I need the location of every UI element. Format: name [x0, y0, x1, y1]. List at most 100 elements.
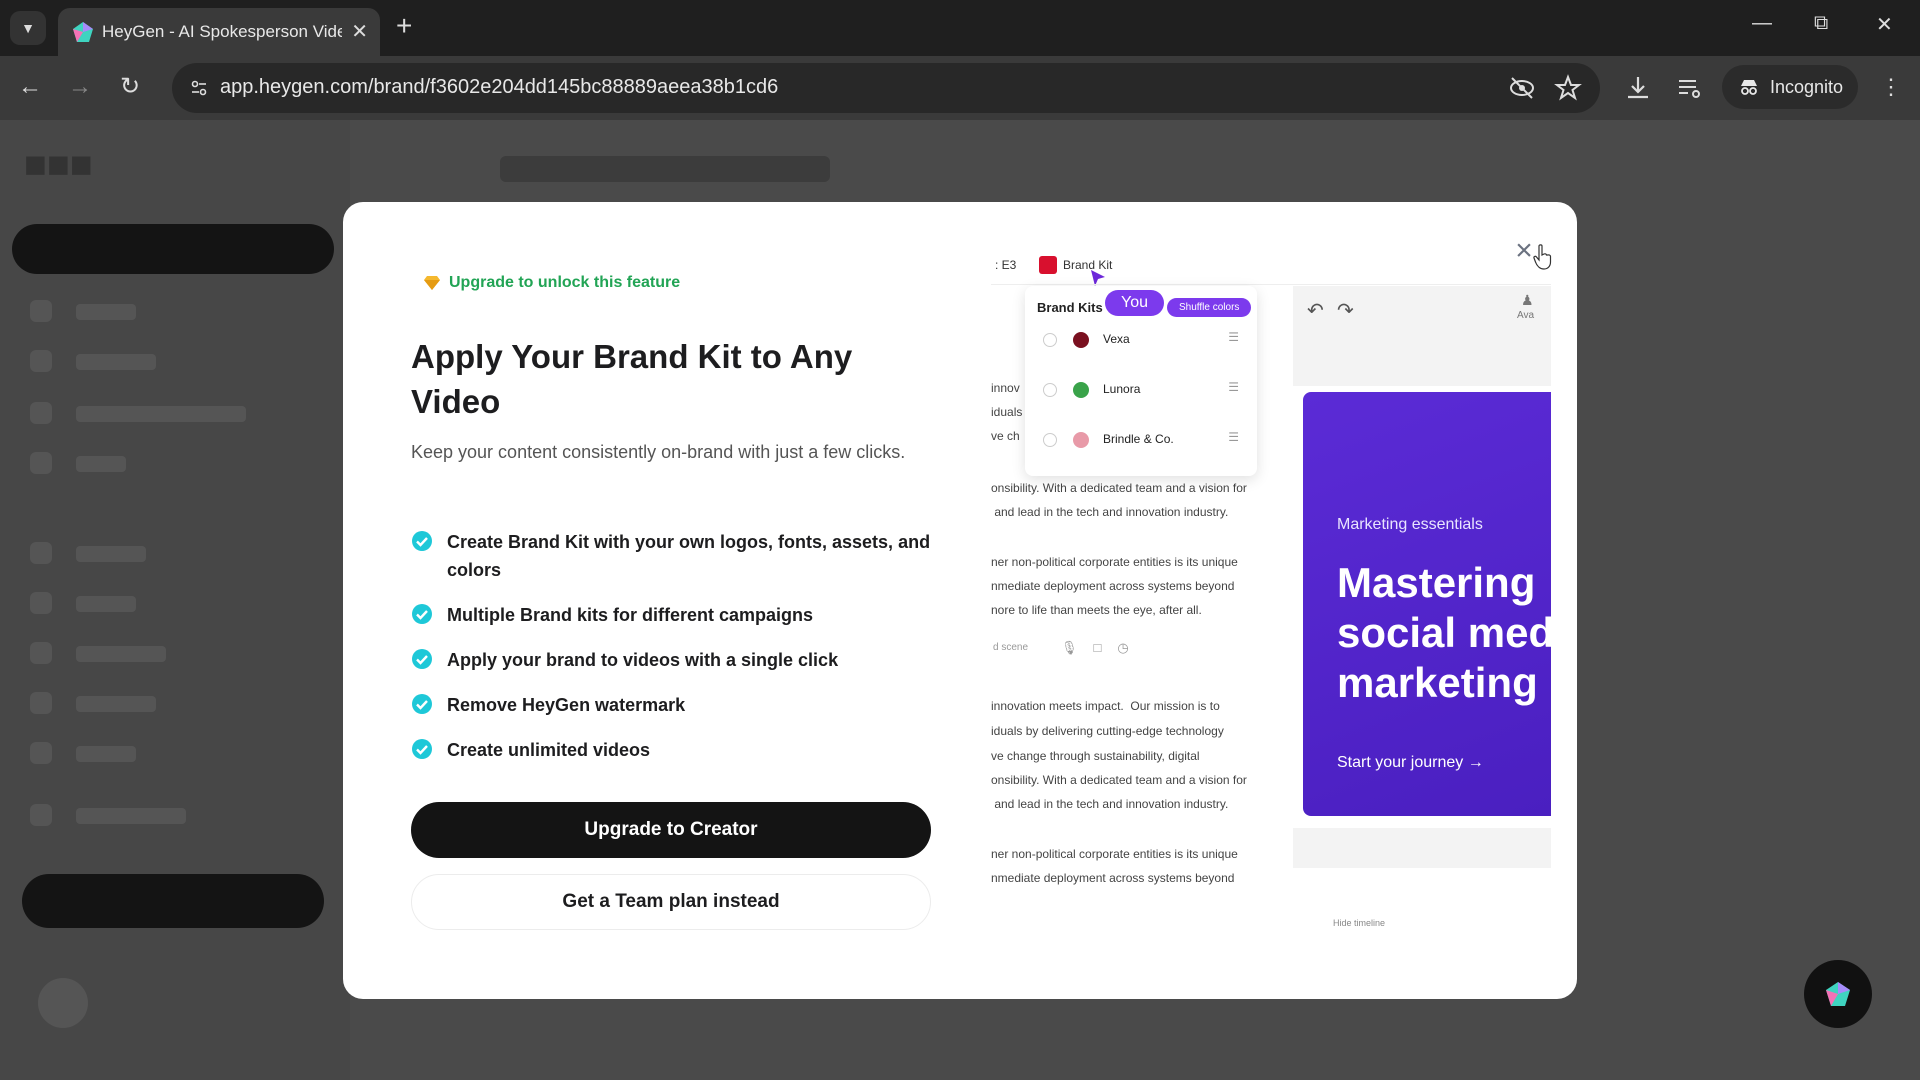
sidebar-item-brand[interactable]: [76, 696, 156, 712]
pointer-icon: [1091, 270, 1105, 286]
script-line: and lead in the tech and innovation indu…: [991, 797, 1229, 811]
radio-icon: [1043, 433, 1057, 447]
feature-text: Apply your brand to videos with a single…: [447, 650, 839, 670]
browser-tabstrip: ▼ HeyGen - AI Spokesperson Vide ✕ + — ⧉ …: [0, 0, 1920, 56]
add-scene-label: d scene: [993, 642, 1029, 653]
hide-timeline-label: Hide timeline: [1333, 918, 1386, 928]
list-item: Apply your brand to videos with a single…: [411, 646, 931, 674]
radio-icon: [1043, 333, 1057, 347]
home-icon: [30, 300, 52, 322]
clock-icon: ◷: [1117, 640, 1129, 655]
sidebar-upgrade-button[interactable]: [22, 874, 324, 928]
restore-icon[interactable]: ⧉: [1814, 12, 1828, 35]
forward-icon[interactable]: →: [68, 72, 92, 102]
integrations-icon: [30, 804, 52, 826]
page-title: [500, 156, 830, 182]
check-circle-icon: [412, 694, 432, 714]
sidebar-item-avatars[interactable]: [76, 546, 146, 562]
eye-off-icon[interactable]: [1508, 74, 1536, 102]
url-text: app.heygen.com/brand/f3602e204dd145bc888…: [220, 76, 779, 98]
feature-text: Remove HeyGen watermark: [447, 695, 686, 715]
create-video-button[interactable]: [12, 224, 334, 274]
redo-icon: ↷: [1337, 300, 1354, 322]
list-item: Create Brand Kit with your own logos, fo…: [411, 528, 931, 584]
brand-kits-title: Brand Kits: [1037, 300, 1103, 315]
person-icon: ♟: [1521, 292, 1534, 308]
brand-kit-item: Brindle & Co. ☰: [1037, 426, 1247, 454]
sidebar-item-voices[interactable]: [76, 596, 136, 612]
scene-tools: 🎙 □ ◷: [1061, 640, 1129, 656]
close-tab-icon[interactable]: ✕: [351, 19, 368, 44]
download-icon[interactable]: [1624, 74, 1652, 102]
heygen-logo-icon: [1826, 982, 1850, 1006]
new-tab-button[interactable]: +: [396, 12, 412, 40]
diamond-icon: [424, 276, 440, 290]
upgrade-to-creator-button[interactable]: Upgrade to Creator: [411, 802, 931, 858]
brand-kit-name: Vexa: [1103, 332, 1130, 346]
templates-icon: [30, 642, 52, 664]
sidebar: ■■■: [0, 120, 350, 1080]
ai-studio-icon: [30, 402, 52, 424]
settings-icon: ☰: [1228, 330, 1239, 344]
brand-kits-panel: Brand Kits You Shuffle colors Vexa ☰ Lun…: [1025, 286, 1257, 476]
team-plan-button[interactable]: Get a Team plan instead: [411, 874, 931, 930]
check-circle-icon: [412, 649, 432, 669]
editor-divider: [991, 284, 1551, 285]
modal-subtitle: Keep your content consistently on-brand …: [411, 442, 906, 462]
media-control-icon[interactable]: [1676, 74, 1704, 102]
window-close-icon[interactable]: ✕: [1876, 12, 1893, 37]
video-icon: □: [1093, 640, 1102, 655]
sidebar-item-studio[interactable]: [76, 406, 246, 422]
feature-text: Create Brand Kit with your own logos, fo…: [447, 532, 931, 580]
assets-icon: [30, 742, 52, 764]
sidebar-item-templates[interactable]: [76, 646, 166, 662]
sidebar-item-apps[interactable]: [76, 456, 126, 472]
projects-icon: [30, 350, 52, 372]
avatar-label: Ava: [1517, 310, 1535, 321]
chevron-down-icon: ▼: [21, 20, 35, 36]
card-cta: Start your journey →: [1337, 754, 1484, 771]
reload-icon[interactable]: ↻: [120, 72, 140, 102]
upgrade-unlock-label: Upgrade to unlock this feature: [423, 274, 680, 292]
feature-text: Create unlimited videos: [447, 740, 651, 760]
script-line: nore to life than meets the eye, after a…: [991, 603, 1202, 617]
upgrade-modal: Upgrade to unlock this feature Apply You…: [343, 202, 1577, 999]
sidebar-item-home[interactable]: [76, 304, 136, 320]
incognito-indicator[interactable]: Incognito: [1722, 65, 1858, 109]
minimize-icon[interactable]: —: [1752, 12, 1772, 35]
script-line: ner non-political corporate entities is …: [991, 555, 1238, 569]
browser-menu-icon[interactable]: ⋮: [1880, 74, 1902, 100]
radio-icon: [1043, 383, 1057, 397]
browser-tab[interactable]: HeyGen - AI Spokesperson Vide ✕: [58, 8, 380, 56]
tab-search-button[interactable]: ▼: [10, 11, 46, 45]
sidebar-item-projects[interactable]: [76, 354, 156, 370]
list-item: Create unlimited videos: [411, 736, 931, 764]
brand-kit-preview-image: : E3 Brand Kit ↶ ↷ ♟ Ava innov iduals ve…: [991, 238, 1551, 968]
site-info-icon[interactable]: [184, 73, 214, 103]
avatar[interactable]: [38, 978, 88, 1028]
card-title: Mastering social media marketing: [1337, 559, 1551, 706]
back-icon[interactable]: ←: [18, 72, 42, 102]
brand-kit-item: Lunora ☰: [1037, 376, 1247, 404]
script-line: onsibility. With a dedicated team and a …: [991, 481, 1247, 495]
sidebar-item-assets[interactable]: [76, 746, 136, 762]
list-item: Remove HeyGen watermark: [411, 691, 931, 719]
list-item: Multiple Brand kits for different campai…: [411, 601, 931, 629]
settings-icon: ☰: [1228, 430, 1239, 444]
assistant-button[interactable]: [1804, 960, 1872, 1028]
sidebar-item-integrations[interactable]: [76, 808, 186, 824]
incognito-label: Incognito: [1770, 76, 1844, 97]
brand-color-dot: [1073, 382, 1089, 398]
script-line: ner non-political corporate entities is …: [991, 847, 1238, 861]
timeline-backdrop: [1293, 828, 1551, 868]
script-line: nmediate deployment across systems beyon…: [991, 579, 1235, 593]
check-circle-icon: [412, 739, 432, 759]
brand-kit-name: Brindle & Co.: [1103, 432, 1174, 446]
brand-color-dot: [1073, 332, 1089, 348]
address-bar[interactable]: app.heygen.com/brand/f3602e204dd145bc888…: [172, 63, 1600, 113]
feature-text: Multiple Brand kits for different campai…: [447, 605, 814, 625]
modal-title: Apply Your Brand Kit to Any Video: [411, 338, 853, 420]
bookmark-star-icon[interactable]: [1554, 74, 1582, 102]
settings-icon: ☰: [1228, 380, 1239, 394]
voices-icon: [30, 592, 52, 614]
